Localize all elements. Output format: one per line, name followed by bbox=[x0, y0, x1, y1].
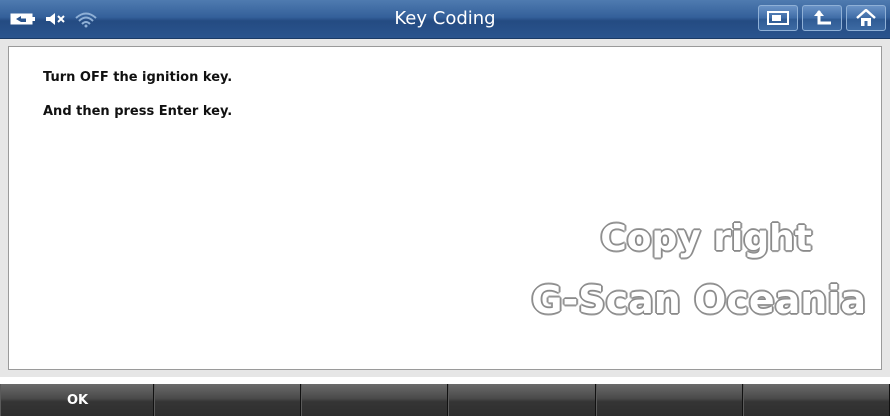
window-title: Key Coding bbox=[394, 8, 496, 29]
function-button-5[interactable] bbox=[595, 384, 743, 416]
function-bar: OK bbox=[0, 384, 890, 416]
instruction-line-2: And then press Enter key. bbox=[43, 104, 233, 119]
function-button-3[interactable] bbox=[301, 384, 449, 416]
screen-capture-button[interactable] bbox=[758, 5, 798, 31]
home-button[interactable] bbox=[846, 5, 886, 31]
nav-buttons bbox=[758, 5, 886, 31]
back-button[interactable] bbox=[802, 5, 842, 31]
title-bar: Key Coding bbox=[0, 0, 890, 39]
function-button-6[interactable] bbox=[742, 384, 890, 416]
home-icon bbox=[855, 9, 877, 27]
screen-capture-icon bbox=[766, 10, 790, 26]
ok-button[interactable]: OK bbox=[0, 384, 154, 416]
function-button-4[interactable] bbox=[448, 384, 596, 416]
function-button-2[interactable] bbox=[154, 384, 302, 416]
instruction-line-1: Turn OFF the ignition key. bbox=[43, 70, 233, 85]
watermark-line-1: Copy right bbox=[600, 218, 812, 259]
watermark-line-2: G-Scan Oceania bbox=[531, 278, 866, 322]
back-icon bbox=[811, 9, 833, 27]
scanner-screen: Key Coding Turn OFF the ignition key. An… bbox=[0, 0, 890, 416]
